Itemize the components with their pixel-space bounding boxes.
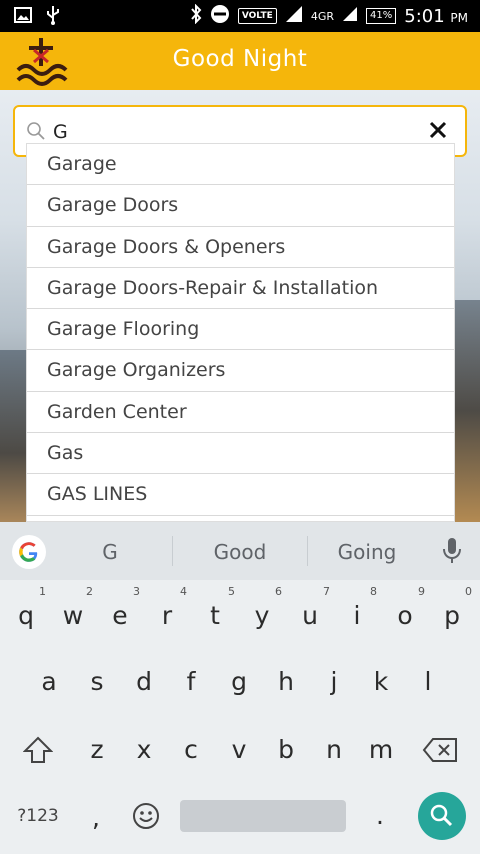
key-h[interactable]: h xyxy=(264,654,308,710)
key-u[interactable]: u7 xyxy=(288,585,332,644)
key-f[interactable]: f xyxy=(169,654,213,710)
emoji-icon xyxy=(133,803,159,829)
key-number: 9 xyxy=(418,585,425,598)
suggestion-item[interactable]: GAS LINES xyxy=(27,474,454,516)
key-m[interactable]: m xyxy=(359,722,403,778)
bluetooth-icon xyxy=(190,3,202,28)
key-label: r xyxy=(161,601,173,630)
do-not-disturb-icon xyxy=(210,4,230,28)
key-d[interactable]: d xyxy=(122,654,166,710)
status-bar: VOLTE 4GR 41% 5:01 PM xyxy=(0,0,480,32)
divider xyxy=(172,536,173,566)
key-b[interactable]: b xyxy=(264,722,308,778)
google-icon[interactable] xyxy=(12,535,46,569)
page-title: Good Night xyxy=(172,46,308,72)
volte-badge: VOLTE xyxy=(237,8,277,24)
clock: 5:01 PM xyxy=(404,6,468,27)
suggestion-word-1[interactable]: G xyxy=(85,540,135,564)
key-n[interactable]: n xyxy=(312,722,356,778)
key-l[interactable]: l xyxy=(406,654,450,710)
key-o[interactable]: o9 xyxy=(383,585,427,644)
usb-icon xyxy=(46,5,60,29)
key-label: i xyxy=(353,601,361,630)
suggestion-item[interactable]: Garage xyxy=(27,144,454,186)
key-label: y xyxy=(254,601,270,630)
key-k[interactable]: k xyxy=(359,654,403,710)
key-number: 7 xyxy=(323,585,330,598)
suggestion-item[interactable]: Garage Doors & Openers xyxy=(27,227,454,268)
key-label: t xyxy=(210,601,220,630)
period-key[interactable]: . xyxy=(360,788,400,844)
emoji-key[interactable] xyxy=(124,788,168,844)
keyboard-suggestion-bar: G Good Going xyxy=(0,522,480,580)
clock-time: 5:01 xyxy=(404,5,445,27)
suggestion-word-3[interactable]: Going xyxy=(322,540,412,564)
shift-key[interactable] xyxy=(16,722,60,778)
suggestion-item[interactable]: Garage Organizers xyxy=(27,350,454,392)
key-label: w xyxy=(62,601,84,630)
key-label: e xyxy=(112,601,128,630)
suggestion-item[interactable]: Garage Flooring xyxy=(27,309,454,351)
key-q[interactable]: q1 xyxy=(4,585,48,644)
key-number: 4 xyxy=(180,585,187,598)
key-label: q xyxy=(18,601,34,630)
divider xyxy=(307,536,308,566)
key-t[interactable]: t5 xyxy=(193,585,237,644)
signal-icon-2 xyxy=(342,6,358,26)
key-number: 5 xyxy=(228,585,235,598)
key-a[interactable]: a xyxy=(27,654,71,710)
key-v[interactable]: v xyxy=(217,722,261,778)
suggestion-list: Garage Garage Doors Garage Doors & Opene… xyxy=(26,143,455,522)
keyboard: G Good Going q1 w2 e3 r4 t5 y6 u7 i8 o9 … xyxy=(0,522,480,854)
key-r[interactable]: r4 xyxy=(145,585,189,644)
key-z[interactable]: z xyxy=(75,722,119,778)
network-type: 4GR xyxy=(310,9,335,23)
search-icon xyxy=(430,804,453,827)
image-notification-icon xyxy=(14,7,32,27)
key-s[interactable]: s xyxy=(75,654,119,710)
key-x[interactable]: x xyxy=(122,722,166,778)
suggestion-word-2[interactable]: Good xyxy=(195,540,285,564)
space-bar[interactable] xyxy=(180,800,346,832)
key-i[interactable]: i8 xyxy=(335,585,379,644)
battery-indicator: 41% xyxy=(366,8,397,24)
key-y[interactable]: y6 xyxy=(240,585,284,644)
key-number: 3 xyxy=(133,585,140,598)
key-number: 8 xyxy=(370,585,377,598)
search-icon xyxy=(26,121,46,141)
key-label: o xyxy=(397,601,413,630)
suggestion-item[interactable]: Garden Center xyxy=(27,392,454,434)
key-label: p xyxy=(444,601,460,630)
backspace-key[interactable] xyxy=(418,722,462,778)
shift-icon xyxy=(22,736,54,763)
backspace-icon xyxy=(422,738,457,762)
key-number: 0 xyxy=(465,585,472,598)
app-header: Good Night xyxy=(0,32,480,90)
key-number: 1 xyxy=(39,585,46,598)
clear-icon[interactable] xyxy=(427,119,449,141)
key-label: u xyxy=(302,601,318,630)
comma-key[interactable]: , xyxy=(76,790,116,846)
key-p[interactable]: p0 xyxy=(430,585,474,644)
key-j[interactable]: j xyxy=(312,654,356,710)
keyboard-search-button[interactable] xyxy=(418,792,466,840)
key-c[interactable]: c xyxy=(169,722,213,778)
key-g[interactable]: g xyxy=(217,654,261,710)
suggestion-item[interactable]: Gas xyxy=(27,433,454,475)
key-e[interactable]: e3 xyxy=(98,585,142,644)
key-number: 6 xyxy=(275,585,282,598)
signal-icon xyxy=(285,5,303,27)
key-number: 2 xyxy=(86,585,93,598)
clock-ampm: PM xyxy=(450,10,468,25)
suggestion-item[interactable]: Garage Doors xyxy=(27,185,454,227)
key-w[interactable]: w2 xyxy=(51,585,95,644)
suggestion-item[interactable]: Garage Doors-Repair & Installation xyxy=(27,268,454,310)
symbols-key[interactable]: ?123 xyxy=(10,788,66,844)
microphone-icon[interactable] xyxy=(442,537,462,565)
